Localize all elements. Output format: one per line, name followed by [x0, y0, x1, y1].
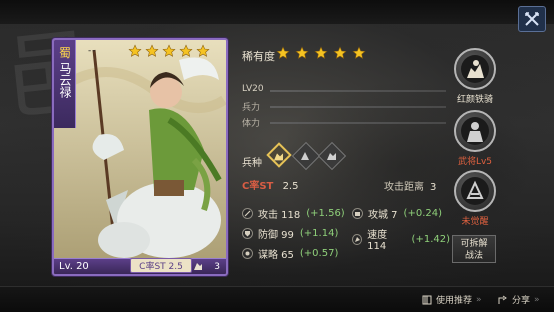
hero-portrait: [54, 40, 226, 274]
archer-icon: [327, 153, 336, 160]
awaken-icon: [461, 177, 489, 205]
recommend-label: 使用推荐: [436, 296, 473, 306]
stat-attack: 攻击 118 (+1.56): [242, 206, 345, 221]
hero-card[interactable]: 蜀 马云禄 -- Lv. 20 C率ST 2.5 3: [52, 38, 228, 276]
star-icon: [162, 44, 176, 57]
top-bar: [0, 0, 554, 24]
troop-type-label: 兵种: [242, 158, 262, 169]
close-button[interactable]: [518, 6, 546, 32]
book-icon: [422, 295, 432, 304]
card-level: Lv. 20: [59, 261, 89, 272]
stat-speed: 速度 114 (+1.42): [352, 226, 450, 252]
rarity-label: 稀有度: [242, 50, 275, 63]
infantry-icon: [301, 152, 309, 160]
awaken-label: 未觉醒: [461, 217, 489, 227]
hero-name: 马云禄: [58, 62, 72, 98]
stamina-label: 体力: [242, 119, 261, 129]
sword-icon: [242, 208, 253, 219]
star-icon: [333, 46, 347, 59]
decompose-line1: 可拆解: [460, 239, 488, 249]
chevron-right-icon: »: [534, 294, 540, 305]
card-menu-mark: --: [88, 46, 97, 56]
stat-attack-label: 攻击 118: [258, 210, 301, 221]
hero-level-badge[interactable]: [454, 110, 496, 152]
stat-siege-label: 攻城 7: [368, 210, 398, 221]
stat-defense-label: 防御 99: [258, 230, 294, 241]
cavalry-icon: [194, 263, 202, 270]
faction-label: 蜀: [58, 46, 71, 60]
card-star-rating: [128, 44, 210, 58]
stamina-bar: [270, 122, 446, 124]
decompose-line2: 战法: [464, 251, 483, 261]
star-icon: [196, 44, 210, 57]
cost-row: C率ST 2.5: [242, 177, 298, 192]
unit-badge[interactable]: [454, 48, 496, 90]
stat-speed-bonus: (+1.42): [411, 233, 450, 245]
card-cost: C率ST 2.5: [130, 258, 192, 273]
troops-label: 兵力: [242, 103, 261, 113]
stat-strategy-bonus: (+0.57): [299, 248, 339, 259]
card-troop-count: 3: [214, 262, 220, 272]
stat-speed-label: 速度 114: [367, 230, 388, 252]
star-icon: [128, 44, 142, 57]
share-label: 分享: [512, 296, 531, 306]
chevron-right-icon: »: [476, 294, 482, 305]
star-icon: [295, 46, 309, 59]
cavalry-rider-icon: [461, 55, 489, 83]
shield-icon: [242, 228, 253, 239]
stat-defense-bonus: (+1.14): [299, 228, 339, 239]
cost-value: 2.5: [282, 181, 299, 192]
star-icon: [179, 44, 193, 57]
general-silhouette-icon: [461, 117, 489, 145]
decompose-skill-button[interactable]: 可拆解 战法: [452, 235, 496, 263]
stat-siege: 攻城 7 (+0.24): [352, 206, 442, 221]
cavalry-icon: [274, 153, 283, 161]
stat-attack-bonus: (+1.56): [306, 208, 345, 219]
troops-bar: [270, 106, 446, 108]
strategy-icon: [242, 248, 253, 259]
rarity-stars: [276, 46, 366, 60]
siege-icon: [352, 208, 363, 219]
level-bar: [270, 90, 446, 92]
range-value: 3: [430, 182, 437, 193]
stat-siege-bonus: (+0.24): [403, 208, 442, 219]
range-label: 攻击距离: [384, 182, 424, 193]
star-icon: [352, 46, 366, 59]
share-icon: [498, 295, 507, 304]
star-icon: [145, 44, 159, 57]
level-label: LV20: [242, 84, 264, 94]
speed-icon: [352, 233, 363, 245]
stat-strategy: 谋略 65 (+0.57): [242, 246, 338, 261]
recommend-button[interactable]: 使用推荐 »: [422, 293, 482, 306]
cost-label: C率ST: [242, 181, 274, 192]
stat-strategy-label: 谋略 65: [258, 250, 294, 261]
range-row: 攻击距离 3: [384, 178, 436, 193]
stat-defense: 防御 99 (+1.14): [242, 226, 338, 241]
unit-label: 红颜铁骑: [456, 95, 493, 105]
close-icon: [525, 12, 539, 26]
awaken-badge[interactable]: [454, 170, 496, 212]
star-icon: [276, 46, 290, 59]
star-icon: [314, 46, 328, 59]
share-button[interactable]: 分享 »: [498, 293, 540, 306]
hero-level-label: 武将Lv5: [457, 157, 493, 167]
